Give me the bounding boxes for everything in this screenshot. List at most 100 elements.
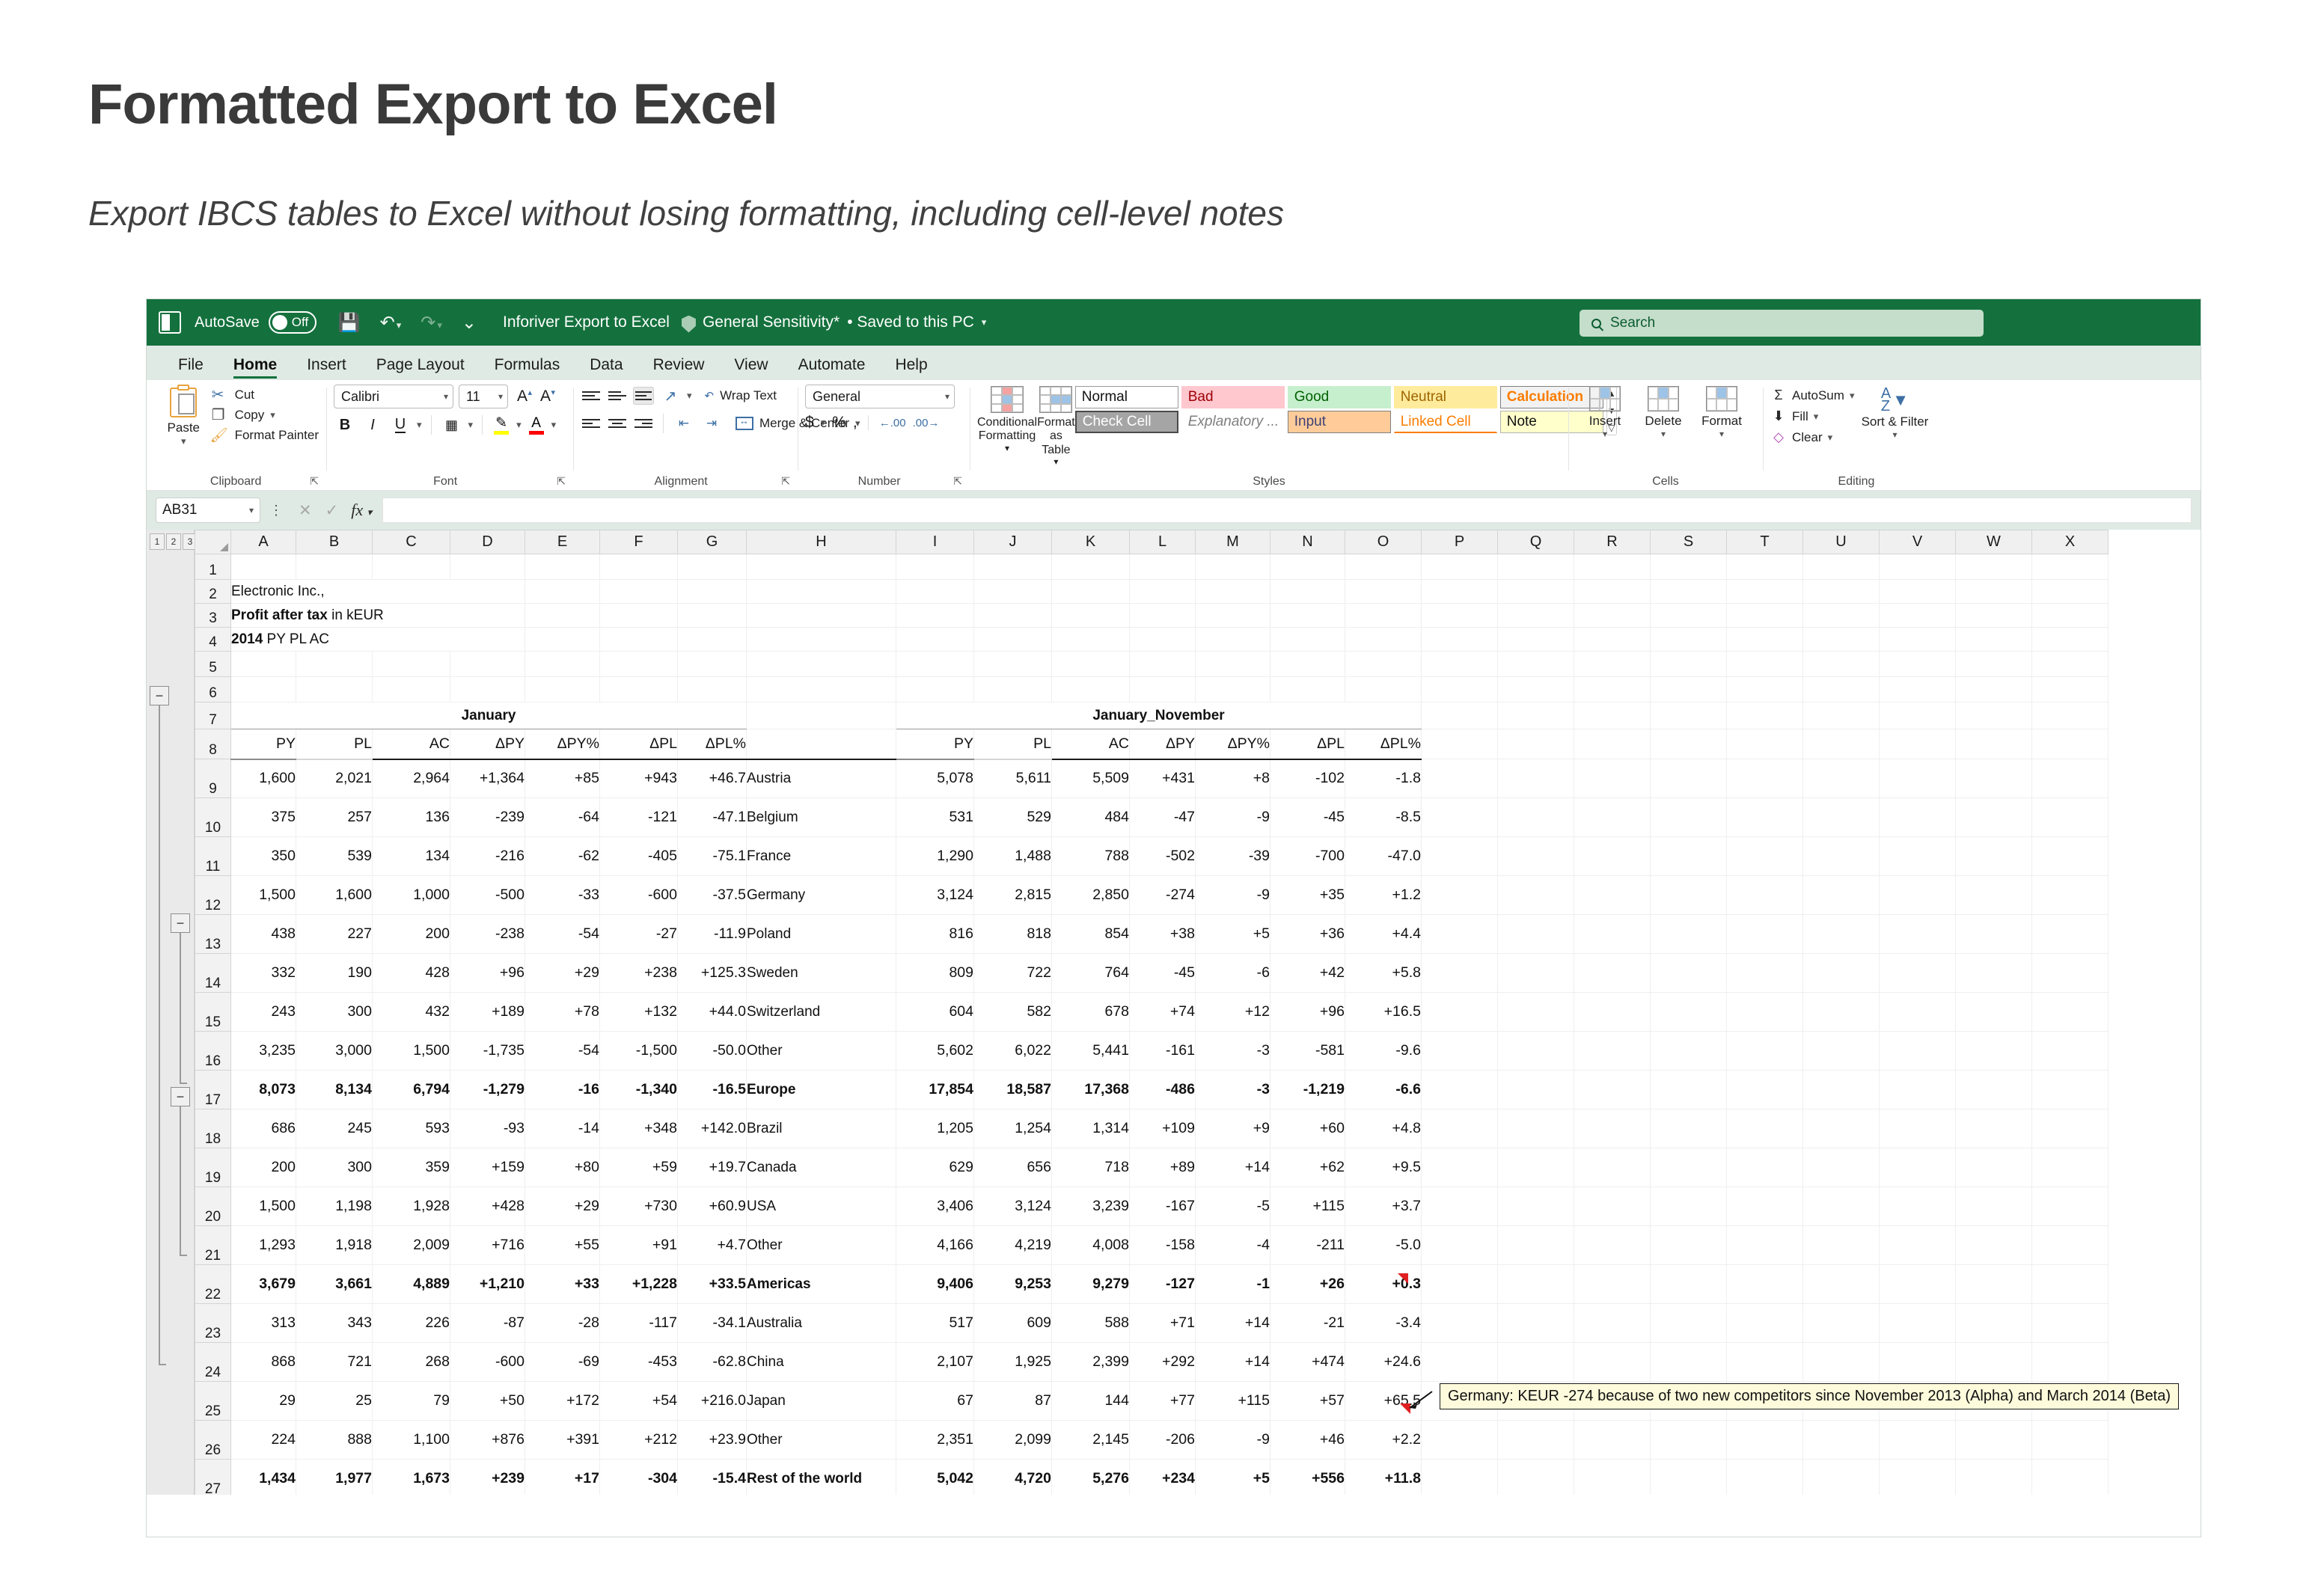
align-middle-icon[interactable] xyxy=(607,387,628,405)
data-cell[interactable]: 1,500 xyxy=(230,1187,296,1226)
data-cell[interactable]: +474 xyxy=(1270,1342,1345,1382)
outline-collapse-level1[interactable]: − xyxy=(150,686,169,705)
table-row[interactable]: 20 1,500 1,198 1,928 +428 +29 +730 +60.9 USA 3,40… xyxy=(195,1187,2109,1226)
empty-cell[interactable] xyxy=(599,579,678,604)
data-cell[interactable]: 656 xyxy=(973,1148,1052,1187)
data-cell[interactable]: 1,205 xyxy=(896,1109,974,1148)
row-label[interactable]: Austria xyxy=(746,759,896,798)
data-cell[interactable]: 678 xyxy=(1051,992,1130,1032)
data-cell[interactable]: +38 xyxy=(1129,914,1196,954)
row-header-26[interactable]: 26 xyxy=(195,1420,231,1460)
data-cell[interactable]: -238 xyxy=(450,914,525,954)
align-center-icon[interactable] xyxy=(607,414,628,432)
data-cell[interactable]: 2,145 xyxy=(1051,1420,1130,1460)
empty-cell[interactable] xyxy=(1879,579,1956,604)
empty-cell[interactable] xyxy=(1051,676,1130,702)
data-cell[interactable]: +0.3 xyxy=(1345,1264,1422,1304)
empty-cell[interactable] xyxy=(2031,579,2109,604)
empty-cell[interactable] xyxy=(1802,702,1880,729)
empty-cell[interactable] xyxy=(1574,1148,1651,1187)
row-label[interactable]: Brazil xyxy=(746,1109,896,1148)
empty-cell[interactable] xyxy=(525,651,600,677)
data-cell[interactable]: 2,815 xyxy=(973,875,1052,915)
empty-cell[interactable] xyxy=(1955,914,2032,954)
sheet-row[interactable]: 7 January January_November xyxy=(195,702,2109,729)
data-cell[interactable]: +78 xyxy=(525,992,600,1032)
data-cell[interactable]: -1 xyxy=(1195,1264,1270,1304)
data-cell[interactable]: -167 xyxy=(1129,1187,1196,1226)
data-cell[interactable]: 3,661 xyxy=(296,1264,373,1304)
empty-cell[interactable] xyxy=(1879,953,1956,993)
data-cell[interactable]: +96 xyxy=(450,953,525,993)
sheet-table[interactable]: A B C D E F G H I J K L M N O P Q R S T … xyxy=(195,530,2109,1495)
empty-cell[interactable] xyxy=(1195,579,1270,604)
outline-level-buttons[interactable]: 1 2 3 xyxy=(150,533,199,553)
data-cell[interactable]: 2,850 xyxy=(1051,875,1130,915)
empty-cell[interactable] xyxy=(1955,1070,2032,1109)
row-label[interactable]: China xyxy=(746,1342,896,1382)
col-header-D[interactable]: D xyxy=(450,530,525,554)
underline-button[interactable]: U xyxy=(389,414,412,436)
empty-cell[interactable] xyxy=(1574,1459,1651,1495)
empty-cell[interactable] xyxy=(1802,1148,1880,1187)
empty-cell[interactable] xyxy=(1421,554,1498,580)
empty-cell[interactable] xyxy=(1421,1187,1498,1226)
data-cell[interactable]: 9,253 xyxy=(973,1264,1052,1304)
empty-cell[interactable] xyxy=(1421,676,1498,702)
empty-cell[interactable] xyxy=(1802,603,1880,628)
empty-cell[interactable] xyxy=(1726,1459,1803,1495)
format-as-table-button[interactable]: Format as Table ▾ xyxy=(1037,386,1075,468)
empty-cell[interactable] xyxy=(1802,1342,1880,1382)
col-header-T[interactable]: T xyxy=(1726,530,1803,554)
cell-period-january[interactable]: January xyxy=(230,702,747,729)
empty-cell[interactable] xyxy=(1129,579,1196,604)
data-cell[interactable]: 428 xyxy=(372,953,450,993)
tab-home[interactable]: Home xyxy=(218,356,292,380)
data-cell[interactable]: +234 xyxy=(1129,1459,1196,1495)
tab-review[interactable]: Review xyxy=(638,356,720,380)
row-header-22[interactable]: 22 xyxy=(195,1264,231,1304)
empty-cell[interactable] xyxy=(1879,1109,1956,1148)
decrease-indent-icon[interactable]: ⇤ xyxy=(673,412,695,435)
tab-insert[interactable]: Insert xyxy=(292,356,361,380)
data-cell[interactable]: 1,500 xyxy=(372,1031,450,1071)
conditional-formatting-button[interactable]: Conditional Formatting ▾ xyxy=(977,386,1037,454)
empty-cell[interactable] xyxy=(896,554,974,580)
data-cell[interactable]: -54 xyxy=(525,914,600,954)
empty-cell[interactable] xyxy=(1497,579,1574,604)
select-all-corner[interactable] xyxy=(195,530,231,554)
data-cell[interactable]: -3 xyxy=(1195,1031,1270,1071)
empty-cell[interactable] xyxy=(1879,676,1956,702)
empty-cell[interactable] xyxy=(1650,1342,1727,1382)
empty-cell[interactable] xyxy=(2031,797,2109,837)
col-header-U[interactable]: U xyxy=(1802,530,1880,554)
empty-cell[interactable] xyxy=(230,554,296,580)
col-header-R[interactable]: R xyxy=(1574,530,1651,554)
empty-cell[interactable] xyxy=(1879,836,1956,876)
bold-button[interactable]: B xyxy=(334,414,356,436)
empty-cell[interactable] xyxy=(1497,603,1574,628)
data-cell[interactable]: 604 xyxy=(896,992,974,1032)
data-cell[interactable]: 1,928 xyxy=(372,1187,450,1226)
data-cell[interactable]: 2,964 xyxy=(372,759,450,798)
empty-cell[interactable] xyxy=(1574,836,1651,876)
empty-cell[interactable] xyxy=(1955,759,2032,798)
borders-icon[interactable]: ▦ xyxy=(441,414,463,436)
ribbon-tabs[interactable]: File Home Insert Page Layout Formulas Da… xyxy=(147,346,2201,380)
empty-cell[interactable] xyxy=(1726,914,1803,954)
col-measure-header-left-3[interactable]: ΔPY xyxy=(450,729,525,760)
font-name-combo[interactable]: Calibri ▾ xyxy=(334,385,453,408)
empty-cell[interactable] xyxy=(1802,836,1880,876)
empty-cell[interactable] xyxy=(746,603,896,628)
data-cell[interactable]: -161 xyxy=(1129,1031,1196,1071)
empty-cell[interactable] xyxy=(1802,953,1880,993)
col-measure-header-left-0[interactable]: PY xyxy=(230,729,296,760)
col-header-A[interactable]: A xyxy=(230,530,296,554)
empty-cell[interactable] xyxy=(599,676,678,702)
empty-cell[interactable] xyxy=(450,554,525,580)
data-cell[interactable]: -502 xyxy=(1129,836,1196,876)
empty-cell[interactable] xyxy=(1879,1187,1956,1226)
data-cell[interactable]: 2,021 xyxy=(296,759,373,798)
data-cell[interactable]: 257 xyxy=(296,797,373,837)
data-cell[interactable]: 1,293 xyxy=(230,1225,296,1265)
